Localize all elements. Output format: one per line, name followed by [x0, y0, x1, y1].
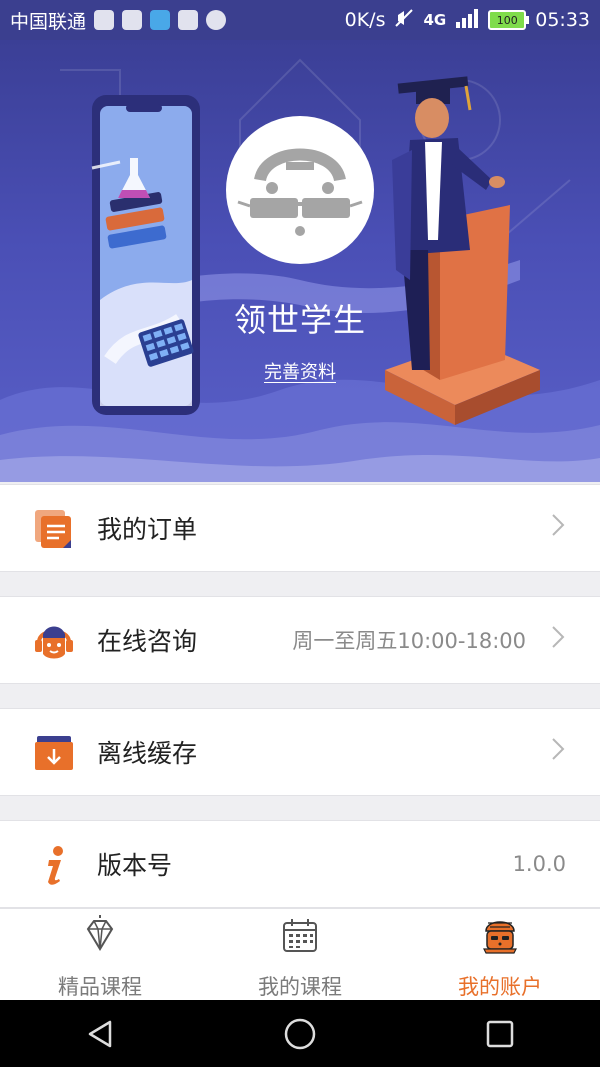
recent-apps-button[interactable] — [470, 1004, 530, 1064]
chevron-right-icon — [544, 737, 572, 767]
orders-icon — [33, 508, 73, 548]
complete-profile-link[interactable]: 完善资料 — [0, 358, 600, 384]
back-triangle-icon — [88, 1020, 112, 1047]
status-bar: 中国联通 0K/s 4G 100 05:33 — [0, 0, 600, 40]
avatar[interactable] — [226, 116, 374, 264]
diamond-icon — [86, 915, 114, 951]
account-avatar-icon — [483, 921, 517, 954]
system-navigation-bar — [0, 1000, 600, 1067]
home-button[interactable] — [270, 1004, 330, 1064]
download-box-icon — [33, 732, 73, 772]
status-time: 05:33 — [535, 9, 590, 31]
menu-label-version: 版本号 — [97, 851, 173, 880]
menu-label-offline-cache: 离线缓存 — [97, 739, 198, 768]
message-icon — [206, 10, 227, 30]
recent-square-icon — [486, 1020, 514, 1047]
chevron-right-icon — [544, 513, 572, 543]
tab-label-my-account: 我的账户 — [458, 975, 542, 999]
menu-item-offline-cache[interactable]: 离线缓存 — [0, 708, 600, 796]
network-speed: 0K/s — [344, 9, 386, 31]
calendar-icon — [283, 919, 317, 952]
tab-label-my-courses: 我的课程 — [258, 975, 342, 999]
info-icon — [33, 844, 73, 885]
network-type: 4G — [423, 11, 447, 29]
menu-item-consult[interactable]: 在线咨询 周一至周五10:00-18:00 — [0, 596, 600, 684]
menu-item-orders[interactable]: 我的订单 — [0, 484, 600, 572]
app-version: 1.0.0 — [512, 852, 566, 876]
home-circle-icon — [284, 1018, 316, 1049]
profile-header: 领世学生 完善资料 — [0, 40, 600, 482]
menu-item-version: 版本号 1.0.0 — [0, 820, 600, 908]
bottom-tab-bar: 精品课程 我的课程 我的账户 — [0, 908, 600, 1001]
carrier-name: 中国联通 — [10, 10, 87, 33]
username: 领世学生 — [233, 301, 366, 339]
menu-value-consult: 周一至周五10:00-18:00 — [292, 629, 526, 653]
tab-my-courses[interactable]: 我的课程 — [200, 909, 400, 1001]
menu-label-consult: 在线咨询 — [97, 627, 198, 656]
chevron-right-icon — [544, 625, 572, 655]
usb-icon — [122, 10, 143, 30]
menu-label-orders: 我的订单 — [97, 515, 198, 544]
tab-my-account[interactable]: 我的账户 — [400, 909, 600, 1001]
avatar-face-icon — [237, 148, 363, 236]
back-button[interactable] — [70, 1004, 130, 1064]
gallery-icon — [178, 10, 199, 30]
battery-level: 100 — [496, 13, 518, 27]
customer-service-icon — [33, 620, 73, 660]
signal-icon — [455, 8, 479, 33]
alipay-icon — [150, 10, 171, 30]
tab-label-featured-courses: 精品课程 — [58, 975, 142, 999]
health-app-icon — [94, 10, 115, 30]
tab-featured-courses[interactable]: 精品课程 — [0, 909, 200, 1001]
battery-icon: 100 — [488, 10, 530, 30]
mute-icon — [394, 8, 414, 33]
